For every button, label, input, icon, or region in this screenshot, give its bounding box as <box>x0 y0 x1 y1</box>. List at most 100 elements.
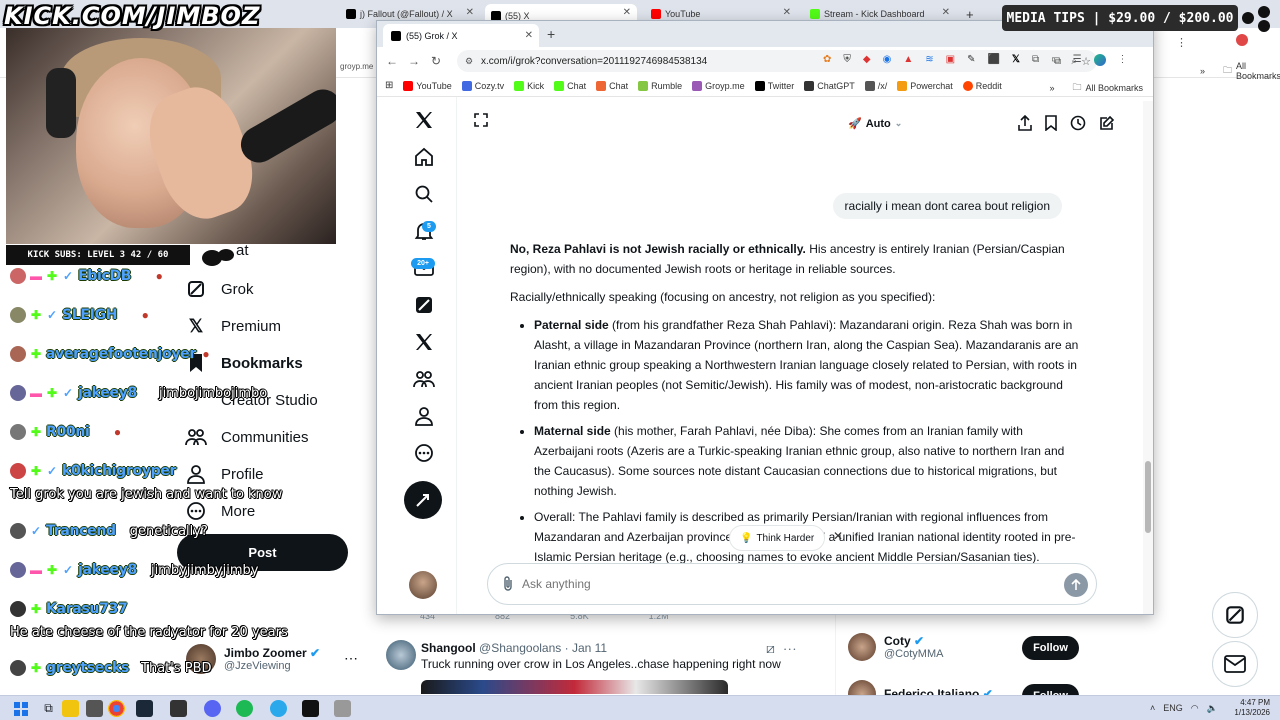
follow-button[interactable]: Follow <box>1022 636 1079 660</box>
chat-username[interactable]: R00ni <box>46 424 90 440</box>
discord-icon[interactable] <box>204 700 221 717</box>
x-premium-icon[interactable] <box>413 331 435 353</box>
extension-icon[interactable]: ✎ <box>967 54 975 66</box>
chevron-up-icon[interactable]: ˄ <box>1150 703 1155 714</box>
site-info-icon[interactable]: ⚙ <box>465 56 473 67</box>
chrome-icon[interactable] <box>108 700 125 717</box>
paperclip-icon[interactable] <box>502 576 514 597</box>
bookmark-x[interactable]: /x/ <box>864 80 887 91</box>
outer-all-bookmarks[interactable]: » 🗀 All Bookmarks <box>1200 61 1280 81</box>
system-tray[interactable]: ˄ ENG ◠ 🔈 <box>1150 703 1218 714</box>
app-icon[interactable] <box>334 700 351 717</box>
chat-username[interactable]: EbicDB <box>78 268 131 284</box>
new-tab-button[interactable]: + <box>547 26 555 42</box>
bookmark-cozytv[interactable]: Cozy.tv <box>461 80 504 91</box>
extension-icon[interactable]: ▣ <box>946 54 955 66</box>
bookmark-icon[interactable] <box>1045 115 1057 136</box>
bookmark-chat[interactable]: Chat <box>554 80 586 91</box>
extension-icon[interactable]: ⬛ <box>987 54 999 66</box>
bookmark-reddit[interactable]: Reddit <box>962 80 1002 91</box>
puzzle-icon[interactable]: ⧉ <box>1032 54 1039 66</box>
wifi-icon[interactable]: ◠ <box>1191 703 1199 714</box>
app-icon[interactable] <box>302 700 319 717</box>
bookmark-chatgpt[interactable]: ChatGPT <box>804 80 855 91</box>
post-actions[interactable]: ⧄ ⋯ <box>766 640 797 657</box>
bookmark-groypme[interactable]: Groyp.me <box>692 80 745 91</box>
close-icon[interactable]: ✕ <box>833 529 843 543</box>
chat-username[interactable]: k0kichigroyper <box>62 463 176 479</box>
forward-icon[interactable]: → <box>403 54 425 68</box>
shield-icon[interactable]: ⛨ <box>843 54 851 66</box>
chat-username[interactable]: SLEIGH <box>62 307 117 323</box>
apps-icon[interactable]: ⊞ <box>385 80 393 91</box>
new-chat-icon[interactable] <box>1099 115 1115 136</box>
chat-username[interactable]: jakeey8 <box>78 385 137 401</box>
close-icon[interactable]: ✕ <box>623 7 631 18</box>
think-harder-button[interactable]: 💡 Think Harder <box>729 525 826 551</box>
feed-post[interactable]: Shangool @Shangoolans · Jan 11 Truck run… <box>376 630 806 694</box>
history-icon[interactable] <box>1070 115 1086 136</box>
scrollbar[interactable] <box>1143 101 1153 614</box>
who-to-follow-item[interactable]: Coty ✔ @CotyMMA <box>848 633 943 661</box>
chat-username[interactable]: jakeey8 <box>78 562 137 578</box>
conversation[interactable]: racially i mean dont carea bout religion… <box>458 153 1140 563</box>
back-icon[interactable]: ← <box>381 54 403 68</box>
ellipsis-icon[interactable]: ⋯ <box>783 640 797 656</box>
chat-username[interactable]: greytsecks <box>46 660 129 676</box>
bookmark-chat-2[interactable]: Chat <box>596 80 628 91</box>
x-logo-icon[interactable]: 𝕏 <box>1012 54 1020 66</box>
post-image[interactable] <box>421 680 728 694</box>
bookmark-kick[interactable]: Kick <box>514 80 544 91</box>
windows-start-icon[interactable] <box>12 700 29 717</box>
bookmark-powerchat[interactable]: Powerchat <box>897 80 953 91</box>
chat-username[interactable]: averagefootenjoyer <box>46 346 196 362</box>
grok-icon[interactable] <box>413 294 435 316</box>
extension-icon[interactable]: ✿ <box>823 54 831 66</box>
task-view-icon[interactable]: ⧉ <box>40 700 57 717</box>
home-icon[interactable] <box>413 146 435 168</box>
clock[interactable]: 4:47 PM 1/13/2026 <box>1234 698 1270 718</box>
ask-input[interactable] <box>522 574 1022 594</box>
grok-float-button[interactable] <box>1212 592 1258 638</box>
tab-grok[interactable]: (55) Grok / X ✕ <box>383 24 539 47</box>
search-icon[interactable] <box>413 183 435 205</box>
avatar[interactable] <box>409 571 437 599</box>
extension-icon[interactable]: ◆ <box>863 54 871 66</box>
app-icon[interactable] <box>86 700 103 717</box>
close-icon[interactable]: ✕ <box>783 7 791 18</box>
chat-username[interactable]: Karasu737 <box>46 601 128 617</box>
compose-button[interactable] <box>404 481 442 519</box>
volume-icon[interactable]: 🔈 <box>1207 703 1218 714</box>
extension-icon[interactable]: ▲ <box>903 54 913 66</box>
send-button[interactable] <box>1064 573 1088 597</box>
file-explorer-icon[interactable] <box>62 700 79 717</box>
obs-icon[interactable] <box>170 700 187 717</box>
all-bookmarks-button[interactable]: » 🗀 All Bookmarks <box>1049 80 1143 96</box>
close-icon[interactable]: ✕ <box>525 30 533 41</box>
bookmark-twitter[interactable]: Twitter <box>754 80 794 91</box>
reload-icon[interactable]: ↻ <box>425 54 447 68</box>
more-icon[interactable] <box>413 442 435 464</box>
extension-icon[interactable]: ◉ <box>883 54 892 66</box>
person-icon[interactable] <box>413 405 435 427</box>
bookmark-youtube[interactable]: YouTube <box>403 80 452 91</box>
telegram-icon[interactable] <box>270 700 287 717</box>
spotify-icon[interactable] <box>236 700 253 717</box>
bookmark-rumble[interactable]: Rumble <box>638 80 682 91</box>
scrollbar-thumb[interactable] <box>1145 461 1151 533</box>
model-selector[interactable]: 🚀 Auto ⌄ <box>848 117 902 131</box>
communities-icon[interactable] <box>413 368 435 390</box>
extension-icon[interactable]: ≋ <box>925 54 933 66</box>
chat-username[interactable]: Trancend <box>46 523 116 539</box>
post-author[interactable]: Shangool <box>421 641 476 655</box>
menu-icon[interactable]: ⋮ <box>1176 36 1187 49</box>
steam-icon[interactable] <box>136 700 153 717</box>
profile-icon[interactable] <box>1236 34 1248 46</box>
share-icon[interactable] <box>1018 114 1032 136</box>
expand-icon[interactable] <box>474 113 488 132</box>
close-icon[interactable]: ✕ <box>942 7 950 18</box>
language-indicator[interactable]: ENG <box>1163 703 1183 714</box>
x-logo-icon[interactable] <box>413 109 435 131</box>
close-icon[interactable]: ✕ <box>466 7 474 18</box>
sidebar-icon[interactable]: ☰ <box>1073 54 1082 66</box>
